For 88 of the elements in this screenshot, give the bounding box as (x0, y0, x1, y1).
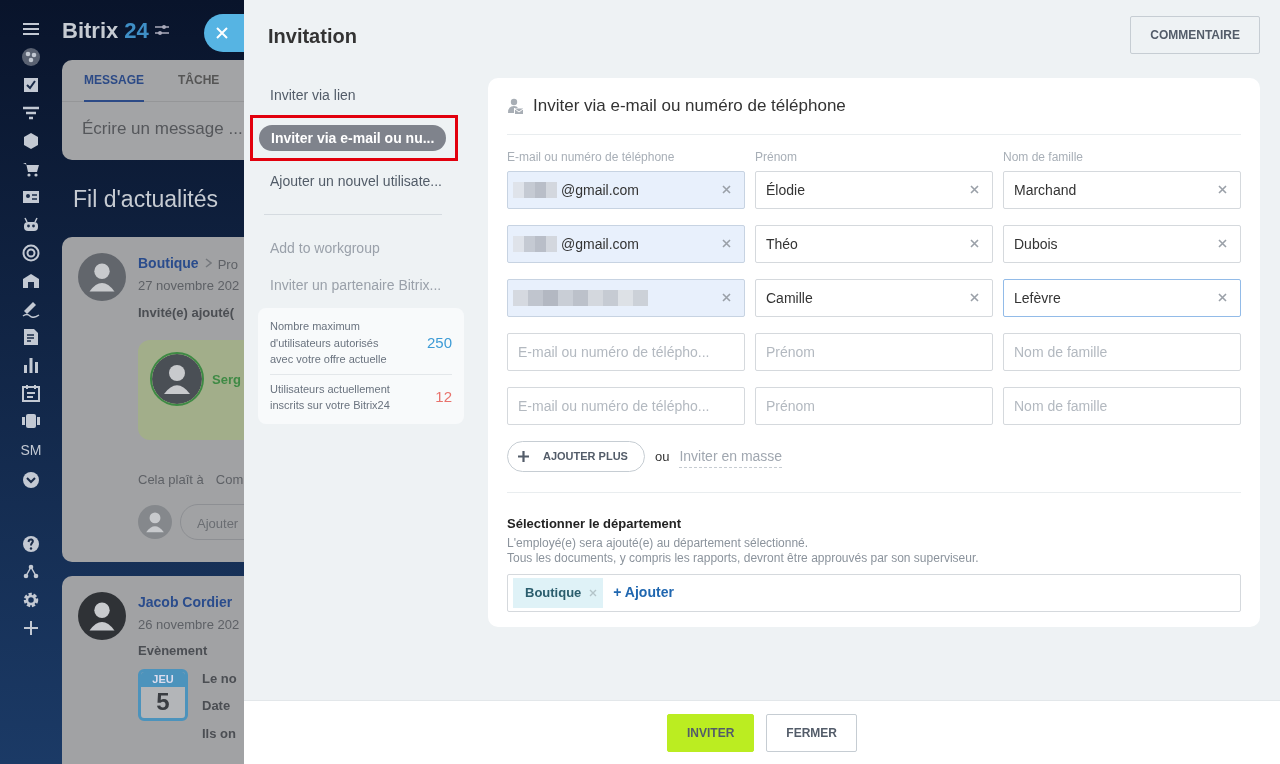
form-title: Inviter via e-mail ou numéro de téléphone (533, 95, 846, 118)
building-icon[interactable] (22, 272, 40, 290)
calendar-weekday: JEU (141, 671, 185, 687)
column-label: Nom de famille (1003, 149, 1085, 166)
calendar-day: 5 (141, 686, 185, 717)
signature-icon[interactable] (22, 300, 40, 318)
settings-icon[interactable] (22, 591, 40, 609)
help-icon[interactable] (22, 535, 40, 553)
post-destination: Pro (217, 255, 238, 274)
sidebar-item[interactable]: SM (20, 440, 42, 461)
comment-button[interactable]: COMMENTAIRE (1130, 16, 1260, 54)
department-tag[interactable]: Boutique (513, 577, 604, 608)
author-link[interactable]: Jacob Cordier (138, 591, 233, 613)
stat-value: 250 (426, 332, 452, 353)
clear-icon[interactable] (970, 239, 979, 248)
input-field[interactable]: @gmail.com (507, 171, 745, 209)
network-icon[interactable] (22, 563, 40, 581)
input-field[interactable]: @gmail.com (507, 225, 745, 263)
hint-text: Tous les documents, y compris les rapports, devront être approuvés par son superviseur. (507, 550, 980, 566)
input-field[interactable]: Prénom (755, 333, 993, 371)
video-icon[interactable] (22, 412, 40, 430)
invite-button[interactable]: INVITER (667, 713, 755, 752)
clear-icon[interactable] (1218, 239, 1227, 248)
close-icon (216, 27, 228, 39)
input-field[interactable]: Lefèvre (1003, 279, 1241, 317)
panel-title: Invitation (268, 24, 357, 49)
menu-icon[interactable] (22, 20, 40, 38)
plus-icon (518, 451, 529, 462)
page-title: Fil d'actualités (73, 185, 219, 214)
box-icon[interactable] (22, 132, 40, 150)
clear-icon[interactable] (970, 185, 979, 194)
chevron-right-icon (204, 258, 212, 269)
clear-icon[interactable] (1218, 185, 1227, 194)
hint-text: L'employé(e) sera ajouté(e) au département sélectionné. (507, 535, 810, 551)
column-label: E-mail ou numéro de téléphone (507, 149, 676, 166)
input-field[interactable]: Dubois (1003, 225, 1241, 263)
menu-item[interactable]: Inviter via lien (258, 78, 368, 112)
add-more-button[interactable]: AJOUTER PLUS (507, 441, 645, 472)
tab[interactable]: MESSAGE (84, 59, 144, 102)
department-field[interactable]: Boutique + Ajouter (507, 573, 1241, 612)
plus-icon[interactable] (22, 619, 40, 637)
clear-icon[interactable] (1218, 293, 1227, 302)
avatar (78, 252, 126, 301)
user-mail-icon (507, 98, 523, 114)
input-field[interactable]: Nom de famille (1003, 333, 1241, 371)
input-field[interactable]: E-mail ou numéro de télépho... (507, 333, 745, 371)
input-field[interactable]: Prénom (755, 387, 993, 425)
section-title: Sélectionner le département (507, 515, 683, 533)
menu-item[interactable]: Inviter via e-mail ou nu... (259, 125, 447, 151)
post-date: 27 novembre 202 (138, 277, 241, 295)
task-icon[interactable] (22, 76, 40, 94)
event-detail: Date (202, 697, 232, 715)
stat-label: Nombre maximum d'utilisateurs autorisés avec votre offre actuelle (270, 319, 388, 367)
column-label: Prénom (755, 149, 799, 166)
post-date: 26 novembre 202 (138, 615, 241, 634)
document-icon[interactable] (22, 328, 40, 346)
feed-icon[interactable] (22, 48, 40, 66)
calendar-icon[interactable] (22, 384, 40, 402)
sliders-icon[interactable] (154, 24, 169, 36)
close-button[interactable]: FERMER (766, 713, 857, 752)
input-field[interactable]: E-mail ou numéro de télépho... (507, 387, 745, 425)
logo-text: Bitrix 24 (62, 16, 149, 45)
chevron-down-icon[interactable] (22, 471, 40, 489)
stat-label: Utilisateurs actuellement inscrits sur votre Bitrix24 (270, 381, 391, 413)
chart-icon[interactable] (22, 356, 40, 374)
input-field[interactable]: Nom de famille (1003, 387, 1241, 425)
event-detail: Le no (202, 669, 237, 688)
or-text: ou (654, 447, 670, 466)
cart-icon[interactable] (22, 160, 40, 178)
avatar (150, 352, 204, 406)
contact-card-icon[interactable] (22, 188, 40, 206)
avatar (78, 591, 126, 640)
robot-icon[interactable] (22, 216, 40, 234)
input-field[interactable]: Camille (755, 279, 993, 317)
stat-value: 12 (435, 386, 452, 407)
input-field[interactable]: Théo (755, 225, 993, 263)
input-field[interactable]: Marchand (1003, 171, 1241, 209)
post-heading: Evènement (138, 642, 209, 660)
add-link[interactable]: + Ajouter (613, 582, 674, 603)
menu-item[interactable]: Ajouter un nouvel utilisate... (258, 164, 454, 198)
event-detail: Ils on (202, 724, 237, 743)
input-field[interactable]: Élodie (755, 171, 993, 209)
clear-icon[interactable] (970, 293, 979, 302)
author-link[interactable]: Boutique (138, 252, 199, 274)
target-icon[interactable] (22, 244, 40, 262)
filter-icon[interactable] (22, 104, 40, 122)
avatar (138, 504, 172, 539)
post-heading: Invité(e) ajouté( (138, 303, 236, 322)
